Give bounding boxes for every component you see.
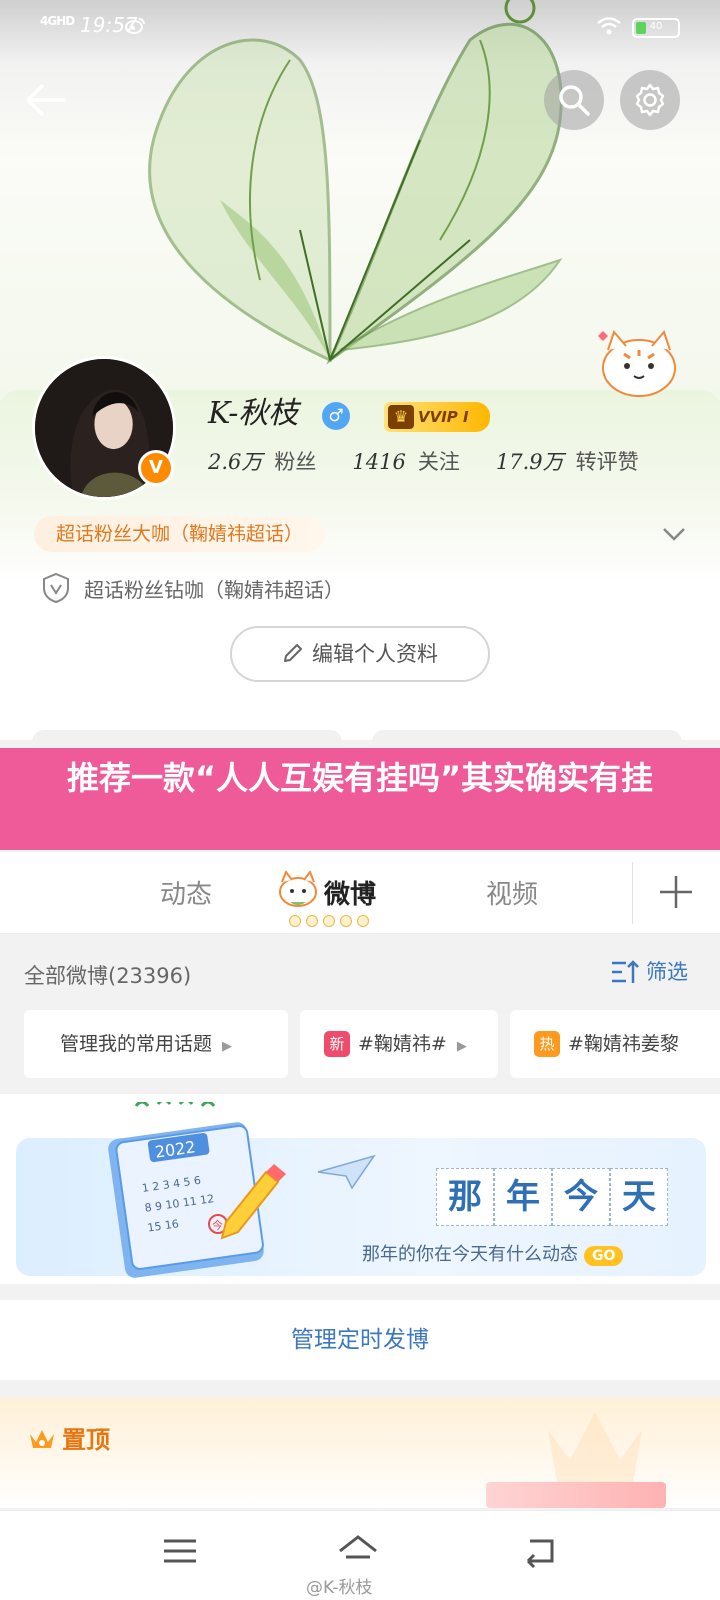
pinned-header: 置顶 <box>28 1420 110 1455</box>
back-icon[interactable] <box>518 1531 562 1571</box>
paper-plane-icon <box>317 1154 376 1190</box>
system-navigation-bar: @K-秋枝 <box>0 1510 720 1600</box>
all-posts-count[interactable]: 全部微博(23396) <box>24 960 191 990</box>
gear-icon <box>635 83 665 117</box>
crown-watermark-icon <box>548 1412 642 1488</box>
chip-arrow-icon: ▶ <box>222 1039 233 1054</box>
tab-weibo[interactable]: 微博 <box>324 874 376 911</box>
tab-active-indicator <box>289 915 369 927</box>
vvip-badge[interactable]: ♛ VVIP I <box>384 402 490 432</box>
profile-stats: 2.6万 粉丝 1416 关注 17.9万 转评赞 <box>208 446 639 476</box>
following-count[interactable]: 1416 <box>352 450 405 474</box>
crown-icon: ♛ <box>388 405 414 429</box>
go-button[interactable]: GO <box>584 1246 624 1266</box>
following-label[interactable]: 关注 <box>418 450 460 474</box>
status-bar: 4GHD 19:57 40 <box>0 0 720 56</box>
followers-label[interactable]: 粉丝 <box>274 450 316 474</box>
chip-arrow-icon: ▶ <box>456 1039 467 1054</box>
promo-overlay-banner: 推荐一款“人人互娱有挂吗”其实确实有挂 <box>0 748 720 850</box>
username: K-秋枝 <box>208 396 299 431</box>
vvip-label: VVIP I <box>418 408 469 426</box>
hot-tag: 热 <box>534 1031 560 1057</box>
menu-icon[interactable] <box>158 1531 202 1571</box>
verified-badge: V <box>138 450 174 486</box>
feed-filter-bar: 全部微博(23396) 筛选 管理我的常用话题 ▶ 新 #鞠婧祎# ▶ 热 #鞠婧祎姜黎 <box>0 934 720 1094</box>
settings-button[interactable] <box>620 70 680 130</box>
interactions-count: 17.9万 <box>495 450 564 474</box>
promotion-tag <box>486 1482 666 1508</box>
pinned-label: 置顶 <box>62 1426 110 1454</box>
banner-title: 那 年 今 天 <box>436 1168 668 1226</box>
pinned-section: 置顶 <box>0 1398 720 1508</box>
pencil-icon <box>284 644 302 662</box>
crown-icon <box>30 1430 54 1448</box>
chevron-down-icon[interactable] <box>660 524 688 544</box>
weibo-watermark: @K-秋枝 <box>306 1578 373 1598</box>
super-fan-diamond-line[interactable]: 超话粉丝钻咖（鞠婧祎超话） <box>84 574 344 603</box>
network-indicator: 4GHD <box>40 14 75 28</box>
profile-tabs: 动态 微博 视频 <box>0 852 720 934</box>
manage-scheduled-posts-button[interactable]: 管理定时发博 <box>0 1300 720 1380</box>
filter-label: 筛选 <box>646 960 688 984</box>
search-icon <box>559 85 590 116</box>
calendar-illustration-icon: 2022 1 2 3 4 5 6 8 9 10 11 12 15 16 今 <box>108 1102 286 1278</box>
new-tag: 新 <box>324 1031 350 1057</box>
plus-icon[interactable] <box>654 870 698 914</box>
chip-text: 管理我的常用话题 <box>60 1033 213 1055</box>
chip-manage-topics[interactable]: 管理我的常用话题 ▶ <box>24 1010 288 1078</box>
chip-topic-new[interactable]: 新 #鞠婧祎# ▶ <box>300 1010 498 1078</box>
gender-male-icon: ♂ <box>322 402 350 430</box>
tab-dynamics[interactable]: 动态 <box>160 874 212 911</box>
chip-topic-hot[interactable]: 热 #鞠婧祎姜黎 <box>510 1010 720 1078</box>
that-year-today-banner[interactable]: 2022 1 2 3 4 5 6 8 9 10 11 12 15 16 今 那 … <box>16 1102 706 1278</box>
battery-icon: 40 <box>632 18 680 38</box>
interactions-label: 转评赞 <box>575 450 639 474</box>
tiger-tab-icon <box>279 869 317 907</box>
memory-section: 2022 1 2 3 4 5 6 8 9 10 11 12 15 16 今 那 … <box>0 1094 720 1284</box>
title-char: 天 <box>610 1168 668 1226</box>
edit-profile-label: 编辑个人资料 <box>312 642 438 666</box>
super-fan-title-tag[interactable]: 超话粉丝大咖（鞠婧祎超话） <box>34 516 326 552</box>
tiger-sticker-icon <box>598 330 676 397</box>
banner-subtitle: 那年的你在今天有什么动态 GO <box>362 1240 624 1266</box>
title-char: 那 <box>436 1168 494 1226</box>
weibo-notification-icon <box>125 18 145 34</box>
title-char: 今 <box>552 1168 610 1226</box>
chip-text: #鞠婧祎# <box>358 1033 447 1055</box>
battery-level: 40 <box>649 21 663 32</box>
followers-count[interactable]: 2.6万 <box>208 450 262 474</box>
search-button[interactable] <box>544 70 604 130</box>
chip-text: #鞠婧祎姜黎 <box>568 1033 679 1055</box>
tab-video[interactable]: 视频 <box>486 874 538 911</box>
home-icon[interactable] <box>336 1531 380 1571</box>
tab-divider <box>632 862 633 924</box>
profile-card: V K-秋枝 ♂ ♛ VVIP I 2.6万 粉丝 1416 关注 17.9万 转评赞 超话… <box>0 330 720 810</box>
filter-sort-icon <box>612 960 639 983</box>
wifi-icon <box>597 17 621 35</box>
shield-icon <box>43 572 69 604</box>
banner-subtitle-text: 那年的你在今天有什么动态 <box>362 1244 578 1265</box>
edit-profile-button[interactable]: 编辑个人资料 <box>230 626 490 682</box>
filter-button[interactable]: 筛选 <box>610 956 688 986</box>
calendar-today-mark: 今 <box>212 1218 223 1232</box>
back-arrow-icon[interactable] <box>22 78 70 122</box>
title-char: 年 <box>494 1168 552 1226</box>
